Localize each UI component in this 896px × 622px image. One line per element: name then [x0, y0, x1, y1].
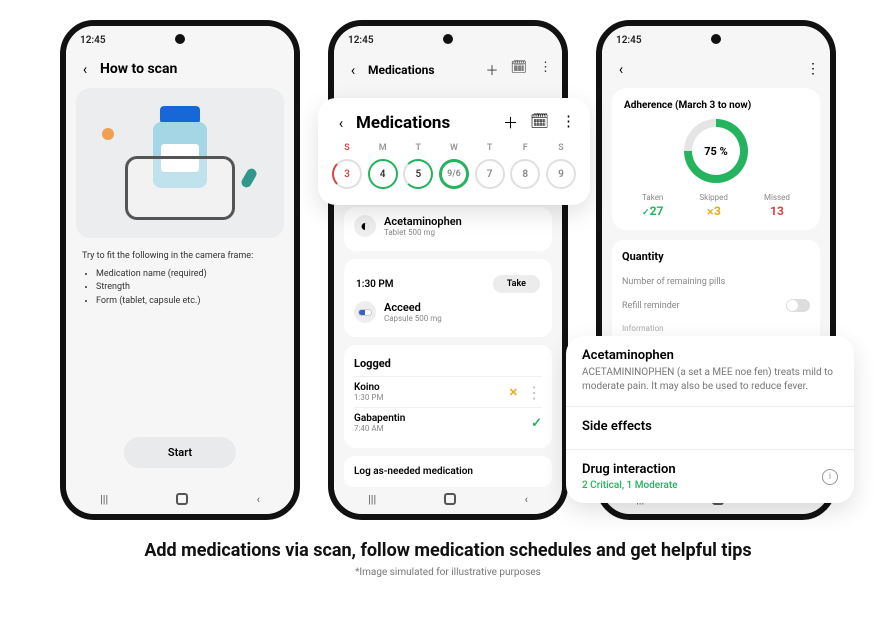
- capsule-icon: [354, 301, 376, 323]
- android-navbar: ||| ‹: [334, 484, 562, 514]
- status-time: 12:45: [616, 35, 642, 46]
- refill-reminder-row: Refill reminder: [622, 293, 810, 318]
- back-icon[interactable]: ‹: [332, 114, 350, 132]
- scan-illustration: [76, 88, 284, 238]
- camera-notch: [175, 34, 185, 44]
- stat-missed: Missed 13: [764, 193, 790, 218]
- week-calendar-overlay: ‹ Medications ＋ 🗓 ⋮ S M T W T F S 3 4: [318, 98, 590, 205]
- more-icon[interactable]: ⋮: [539, 60, 552, 79]
- weekday-label: F: [510, 143, 540, 153]
- weekday-label: T: [475, 143, 505, 153]
- logged-heading: Logged: [354, 355, 542, 376]
- adherence-card: Adherence (March 3 to now) 75 % Taken ✓2…: [612, 88, 820, 230]
- day-cell[interactable]: 3: [332, 159, 362, 189]
- weekday-label: S: [546, 143, 576, 153]
- scan-instructions: Try to fit the following in the camera f…: [76, 238, 284, 320]
- more-icon[interactable]: ⋮: [561, 112, 576, 133]
- day-cell[interactable]: 7: [475, 159, 505, 189]
- android-navbar: ||| ‹: [66, 484, 294, 514]
- calendar-icon[interactable]: 🗓: [510, 60, 527, 79]
- more-icon[interactable]: ⋮: [526, 383, 542, 402]
- drug-info-overlay: Acetaminophen ACETAMININOPHEN (a set a M…: [566, 336, 854, 503]
- phone-adherence: 12:45 ‹ ⋮ Adherence (March 3 to now) 75 …: [596, 20, 836, 520]
- check-icon: ✓: [531, 416, 542, 431]
- remaining-pills-row[interactable]: Number of remaining pills: [622, 271, 810, 293]
- day-cell[interactable]: 9: [546, 159, 576, 189]
- weekday-label: M: [368, 143, 398, 153]
- schedule-time: 1:30 PM: [356, 279, 394, 290]
- pill-icon: ◐: [354, 215, 376, 237]
- medication-row[interactable]: ◐ Acetaminophen Tablet 500 mg: [354, 211, 542, 241]
- back-icon[interactable]: ‹: [612, 60, 630, 78]
- more-icon[interactable]: ⋮: [806, 61, 820, 77]
- back-icon[interactable]: ‹: [344, 61, 362, 79]
- nav-recent-icon[interactable]: |||: [100, 493, 108, 506]
- drug-description-section[interactable]: Acetaminophen ACETAMININOPHEN (a set a M…: [566, 336, 854, 407]
- day-cell[interactable]: 8: [510, 159, 540, 189]
- quantity-heading: Quantity: [622, 250, 810, 263]
- back-icon[interactable]: ‹: [76, 60, 94, 78]
- adherence-ring: 75 %: [684, 119, 748, 183]
- add-icon[interactable]: ＋: [503, 112, 518, 133]
- adherence-percent: 75 %: [704, 145, 728, 158]
- stat-taken: Taken ✓27: [642, 193, 663, 218]
- nav-recent-icon[interactable]: |||: [368, 493, 376, 506]
- log-as-needed-button[interactable]: Log as-needed medication: [344, 456, 552, 487]
- phone-medications: 12:45 ‹ Medications ＋ 🗓 ⋮ ◐ Acetaminophe…: [328, 20, 568, 520]
- drug-interaction-row[interactable]: Drug interaction 2 Critical, 1 Moderate …: [566, 450, 854, 503]
- page-title: Medications: [368, 63, 479, 77]
- calendar-icon[interactable]: 🗓: [530, 112, 549, 133]
- log-row[interactable]: Koino 1:30 PM ✕ ⋮: [354, 376, 542, 407]
- skip-icon: ✕: [509, 386, 518, 399]
- add-icon[interactable]: ＋: [485, 60, 498, 79]
- weekday-label: S: [332, 143, 362, 153]
- day-cell[interactable]: 4: [368, 159, 398, 189]
- status-time: 12:45: [80, 35, 106, 46]
- info-icon[interactable]: i: [822, 469, 838, 485]
- take-button[interactable]: Take: [493, 275, 540, 293]
- overlay-title: Medications: [356, 113, 497, 133]
- day-cell[interactable]: 5: [403, 159, 433, 189]
- log-row[interactable]: Gabapentin 7:40 AM ✓: [354, 407, 542, 438]
- medication-row[interactable]: Acceed Capsule 500 mg: [354, 297, 542, 327]
- camera-notch: [443, 34, 453, 44]
- nav-home-icon[interactable]: [444, 493, 456, 505]
- marketing-caption: Add medications via scan, follow medicat…: [0, 540, 896, 561]
- start-button[interactable]: Start: [124, 437, 236, 468]
- stat-skipped: Skipped ✕3: [699, 193, 728, 218]
- phone-how-to-scan: 12:45 ‹ How to scan Try to fit the fol: [60, 20, 300, 520]
- refill-toggle[interactable]: [786, 299, 810, 312]
- nav-back-icon[interactable]: ‹: [257, 493, 260, 506]
- weekday-label: T: [403, 143, 433, 153]
- drug-name: Acetaminophen: [582, 348, 838, 363]
- nav-home-icon[interactable]: [176, 493, 188, 505]
- caption-disclaimer: *Image simulated for illustrative purpos…: [0, 567, 896, 578]
- adherence-title: Adherence (March 3 to now): [624, 100, 808, 111]
- weekday-label: W: [439, 143, 469, 153]
- page-title: How to scan: [100, 61, 284, 77]
- drug-description: ACETAMININOPHEN (a set a MEE noe fen) tr…: [582, 366, 838, 394]
- side-effects-row[interactable]: Side effects: [566, 407, 854, 450]
- day-cell-today[interactable]: 9/6: [439, 159, 469, 189]
- nav-back-icon[interactable]: ‹: [525, 493, 528, 506]
- interaction-summary: 2 Critical, 1 Moderate: [582, 480, 678, 491]
- quantity-section: Quantity Number of remaining pills Refil…: [612, 240, 820, 349]
- camera-notch: [711, 34, 721, 44]
- status-time: 12:45: [348, 35, 374, 46]
